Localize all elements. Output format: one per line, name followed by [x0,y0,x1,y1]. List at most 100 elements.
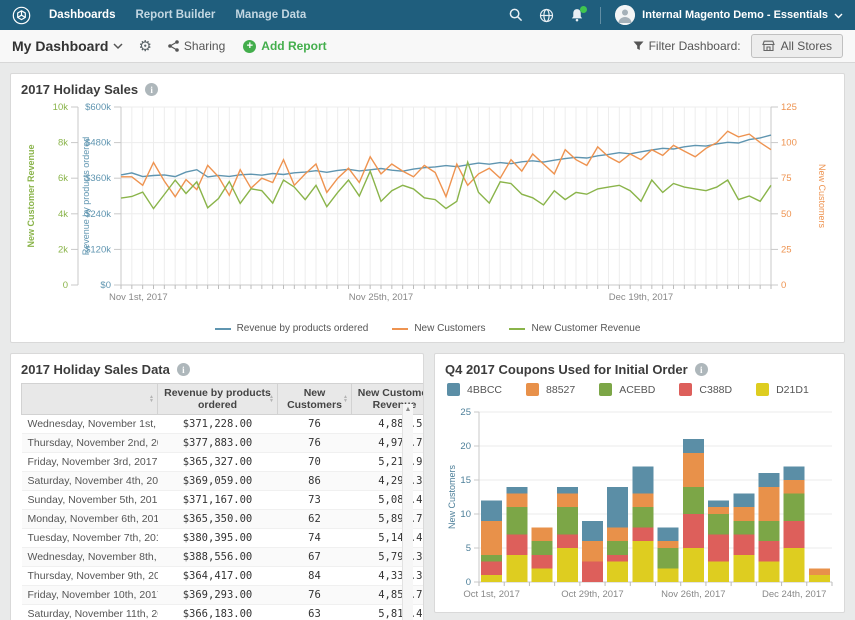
all-stores-label: All Stores [781,39,832,53]
bar-segment [481,521,502,555]
add-report-button[interactable]: + Add Report [243,39,326,53]
svg-text:10k: 10k [53,102,69,113]
table-cell: $369,059.00 [158,472,278,491]
sharing-button[interactable]: Sharing [168,39,225,53]
svg-text:New Customers: New Customers [447,464,457,529]
column-header[interactable]: ▲▼ [22,384,158,415]
legend-label: New Customer Revenue [531,323,640,334]
bar-segment [506,494,527,508]
column-header[interactable]: New Customers▲▼ [278,384,352,415]
table-cell: $388,556.00 [158,548,278,567]
globe-icon[interactable] [539,8,554,23]
info-icon[interactable]: i [695,363,708,376]
svg-text:Dec 19th, 2017: Dec 19th, 2017 [609,292,673,303]
svg-text:25: 25 [781,244,792,255]
sales-table: ▲▼Revenue by products ordered▲▼New Custo… [21,383,424,620]
legend-item[interactable]: Revenue by products ordered [215,323,369,334]
bar-segment [632,541,653,582]
scroll-up-icon[interactable]: ▲ [405,406,412,413]
bar-segment [532,541,553,555]
bar-segment [784,480,805,494]
svg-text:5: 5 [466,543,471,554]
table-scrollbar[interactable]: ▲ ▼ [402,404,413,620]
legend-swatch [215,328,231,330]
avatar[interactable] [615,5,635,25]
dashboard-content: 2017 Holiday Sales i 0$002k$120k254k$240… [0,63,855,620]
legend-label: ACEBD [619,384,655,396]
table-row: Friday, November 10th, 2017$369,293.0076… [22,586,425,605]
column-header[interactable]: New Customer Revenue▲▼ [352,384,425,415]
all-stores-button[interactable]: All Stores [751,34,843,58]
sales-table-wrapper: ▲▼Revenue by products ordered▲▼New Custo… [21,383,413,620]
legend-item[interactable]: ACEBD [599,383,655,396]
account-menu[interactable]: Internal Magento Demo - Essentials [642,9,828,21]
bar-segment [557,548,578,582]
nav-item-dashboards[interactable]: Dashboards [49,9,115,21]
bar-segment [758,521,779,541]
table-cell: 76 [278,434,352,453]
table-cell: 4,972.7 [352,434,425,453]
bar-segment [708,514,729,534]
bar-segment [758,562,779,582]
sort-icon[interactable]: ▲▼ [149,395,154,403]
panel-title: 2017 Holiday Sales [21,82,138,97]
notification-badge [580,6,587,13]
notifications-bell-icon[interactable] [570,8,584,22]
legend-item[interactable]: C388D [679,383,732,396]
bar-segment [758,487,779,521]
nav-item-report-builder[interactable]: Report Builder [135,9,215,21]
table-cell: $364,417.00 [158,567,278,586]
bar-segment [557,487,578,494]
table-cell: Monday, November 6th, 2017 [22,510,158,529]
legend-item[interactable]: 88527 [526,383,575,396]
svg-text:New Customers: New Customers [817,164,827,229]
svg-text:6k: 6k [58,173,68,184]
app-logo-icon[interactable] [12,6,31,25]
bar-segment [733,494,754,508]
info-icon[interactable]: i [145,83,158,96]
coupons-bar-chart: 0510152025New CustomersOct 1st, 2017Oct … [445,400,834,610]
table-cell: 84 [278,567,352,586]
table-cell: $365,350.00 [158,510,278,529]
bar-segment [607,528,628,542]
svg-text:Revenue by products ordered: Revenue by products ordered [81,137,91,256]
sort-icon[interactable]: ▲▼ [343,395,348,403]
bar-segment [632,466,653,493]
legend-item[interactable]: D21D1 [756,383,809,396]
legend-swatch [599,383,612,396]
svg-text:New Customer Revenue: New Customer Revenue [26,144,36,247]
bar-segment [557,494,578,508]
table-cell: Friday, November 10th, 2017 [22,586,158,605]
legend-item[interactable]: 4BBCC [447,383,502,396]
table-cell: $377,883.00 [158,434,278,453]
svg-text:100: 100 [781,138,797,149]
legend-item[interactable]: New Customers [392,323,485,334]
dashboard-title-dropdown[interactable]: My Dashboard [12,38,123,54]
bar-segment [683,453,704,487]
svg-text:Dec 24th, 2017: Dec 24th, 2017 [762,589,826,600]
gear-icon[interactable]: ⚙ [138,39,151,54]
column-header[interactable]: Revenue by products ordered▲▼ [158,384,278,415]
svg-text:Nov 25th, 2017: Nov 25th, 2017 [349,292,413,303]
info-icon[interactable]: i [177,363,190,376]
table-cell: 62 [278,510,352,529]
top-navbar: Dashboards Report Builder Manage Data [0,0,855,30]
svg-text:0: 0 [466,577,471,588]
legend-label: Revenue by products ordered [237,323,369,334]
plus-icon: + [243,40,256,53]
svg-text:Oct 1st, 2017: Oct 1st, 2017 [463,589,520,600]
search-icon[interactable] [509,8,523,22]
table-cell: 73 [278,491,352,510]
bar-segment [557,507,578,534]
bar-segment [607,541,628,555]
table-row: Monday, November 6th, 2017$365,350.00625… [22,510,425,529]
table-cell: 4,291.3 [352,472,425,491]
svg-text:$0: $0 [100,280,111,291]
chevron-down-icon[interactable] [834,6,843,24]
nav-item-manage-data[interactable]: Manage Data [235,9,306,21]
divider [600,7,601,24]
sort-icon[interactable]: ▲▼ [269,395,274,403]
funnel-icon [633,41,644,51]
filter-dashboard-label: Filter Dashboard: [633,39,741,53]
legend-item[interactable]: New Customer Revenue [509,323,640,334]
